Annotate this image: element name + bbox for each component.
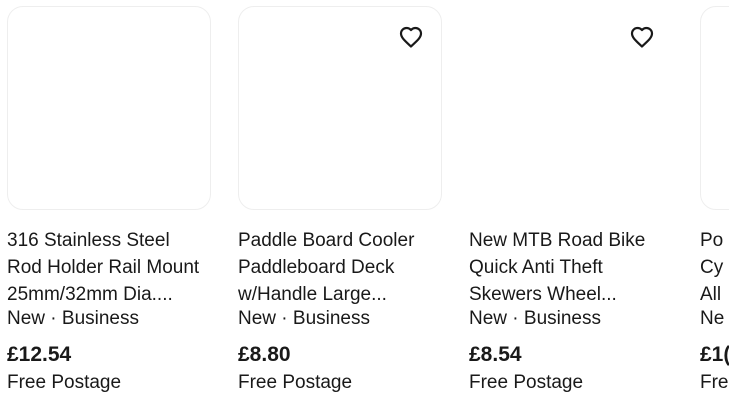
item-price: £8.54 <box>469 343 522 366</box>
item-price: £12.54 <box>7 343 72 366</box>
item-title-line: Skewers Wheel... <box>469 284 617 305</box>
heart-outline-icon <box>399 26 423 48</box>
item-shipping: Free Postage <box>7 372 122 393</box>
watch-button[interactable] <box>393 20 429 56</box>
item-title-link[interactable]: New MTB Road Bike Quick Anti Theft Skewe… <box>469 227 679 308</box>
item-title-line: Paddle Board Cooler <box>238 230 415 251</box>
item-image[interactable] <box>469 6 673 210</box>
item-condition: Ne <box>700 308 725 329</box>
item-condition: New · Business <box>238 308 370 329</box>
item-shipping: Free Postage <box>469 372 584 393</box>
item-carousel: 316 Stainless Steel Rod Holder Rail Moun… <box>0 0 729 398</box>
heart-outline-icon <box>630 26 654 48</box>
item-condition: New · Business <box>7 308 139 329</box>
item-card[interactable]: 316 Stainless Steel Rod Holder Rail Moun… <box>7 6 211 395</box>
item-card[interactable]: New MTB Road Bike Quick Anti Theft Skewe… <box>469 6 673 395</box>
item-title-line: Quick Anti Theft <box>469 257 603 278</box>
carousel-track: 316 Stainless Steel Rod Holder Rail Moun… <box>7 6 729 395</box>
item-shipping: Free Postage <box>238 372 353 393</box>
item-price: £8.80 <box>238 343 291 366</box>
item-title-line: Paddleboard Deck <box>238 257 395 278</box>
item-card[interactable]: Po Cy All Ne £1( Fre <box>700 6 729 395</box>
item-title-line: 316 Stainless Steel <box>7 230 170 251</box>
item-title-link[interactable]: 316 Stainless Steel Rod Holder Rail Moun… <box>7 227 217 308</box>
item-image[interactable] <box>7 6 211 210</box>
watch-button[interactable] <box>624 20 660 56</box>
item-title-line: w/Handle Large... <box>238 284 387 305</box>
item-shipping: Fre <box>700 372 729 393</box>
item-title-line: Cy <box>700 257 724 278</box>
item-image[interactable] <box>238 6 442 210</box>
item-title-link[interactable]: Po Cy All <box>700 227 729 308</box>
item-image[interactable] <box>700 6 729 210</box>
item-title-line: 25mm/32mm Dia.... <box>7 284 173 305</box>
item-title-line: Po <box>700 230 724 251</box>
item-price: £1( <box>700 343 729 366</box>
item-title-line: New MTB Road Bike <box>469 230 646 251</box>
item-card[interactable]: Paddle Board Cooler Paddleboard Deck w/H… <box>238 6 442 395</box>
item-title-line: All <box>700 284 722 305</box>
item-title-link[interactable]: Paddle Board Cooler Paddleboard Deck w/H… <box>238 227 448 308</box>
item-condition: New · Business <box>469 308 601 329</box>
item-title-line: Rod Holder Rail Mount <box>7 257 200 278</box>
